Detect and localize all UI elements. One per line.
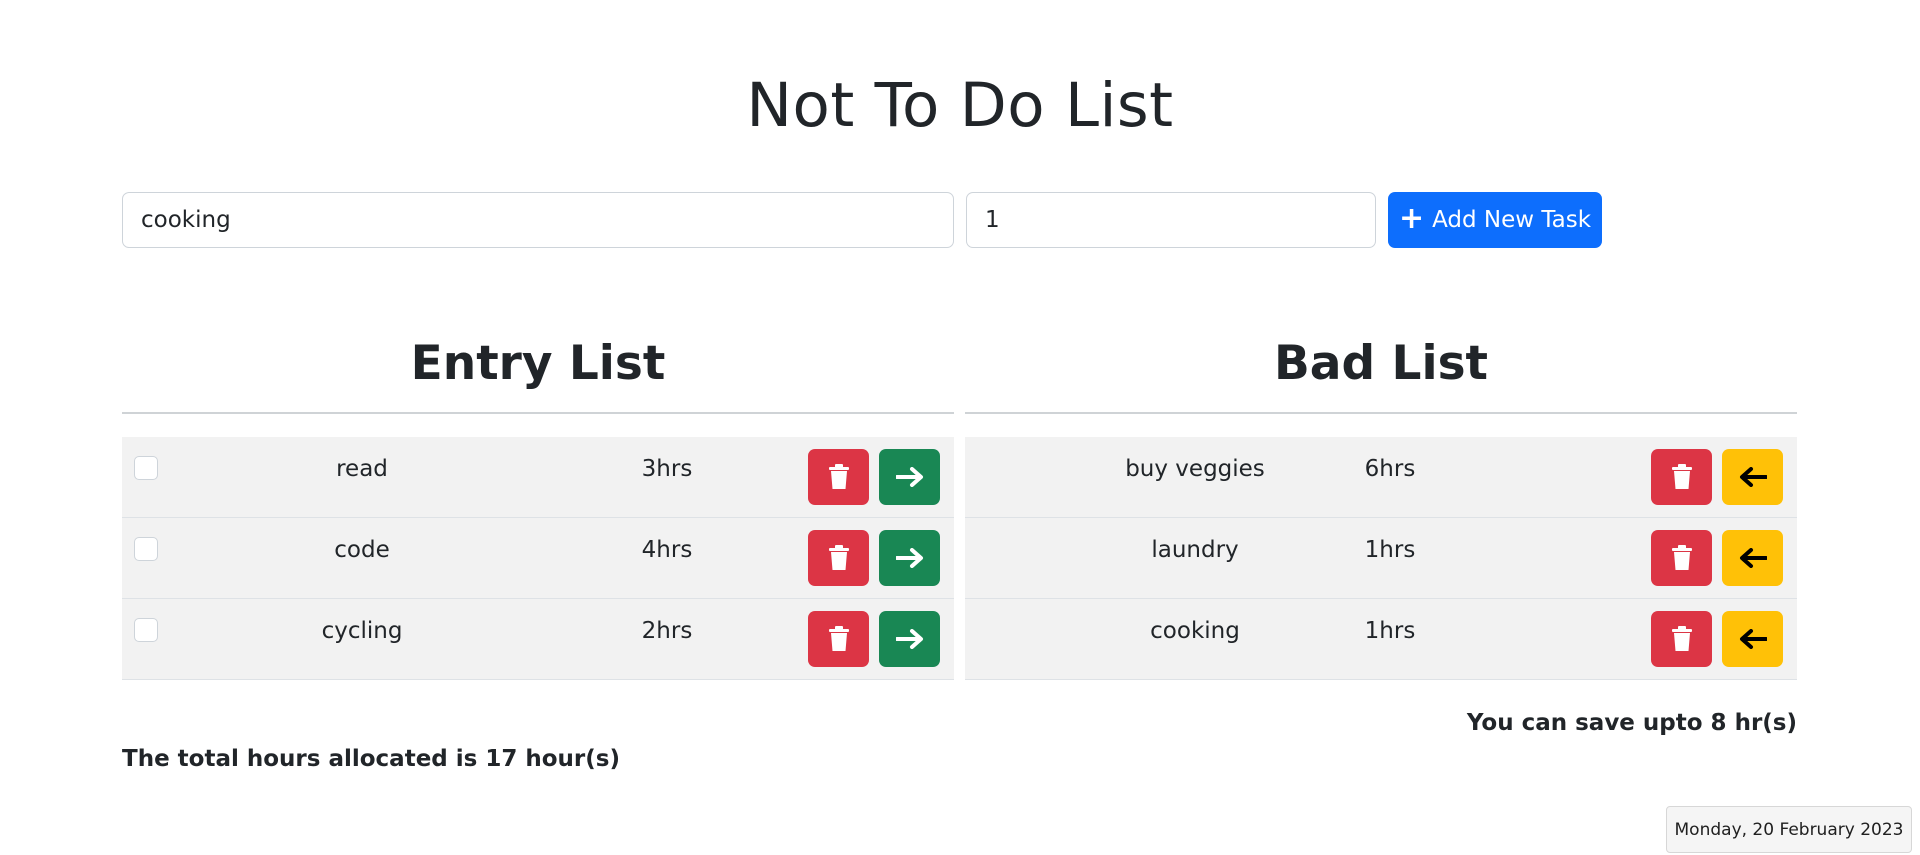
trash-icon [828, 545, 849, 570]
move-to-entry-list-button[interactable] [1722, 530, 1783, 586]
trash-icon [1671, 545, 1692, 570]
delete-button[interactable] [1651, 611, 1712, 667]
hours-input[interactable]: 1 [966, 192, 1376, 248]
bad-list-rows: buy veggies 6hrs laundry 1hrs cooking 1h… [965, 437, 1797, 680]
table-row: buy veggies 6hrs [965, 437, 1797, 518]
row-checkbox[interactable] [134, 618, 158, 642]
bad-list: Bad List buy veggies 6hrs laundry 1hrs c… [965, 320, 1797, 680]
table-row: laundry 1hrs [965, 518, 1797, 599]
task-hours: 1hrs [1364, 537, 1416, 563]
total-hours-text: The total hours allocated is 17 hour(s) [122, 746, 620, 772]
task-name: code [334, 537, 390, 563]
task-name: buy veggies [1125, 456, 1265, 482]
table-row: cycling 2hrs [122, 599, 954, 680]
table-row: code 4hrs [122, 518, 954, 599]
entry-list-rows: read 3hrs code 4hrs cycling 2hrs [122, 437, 954, 680]
move-to-entry-list-button[interactable] [1722, 449, 1783, 505]
task-hours: 6hrs [1364, 456, 1416, 482]
table-row: read 3hrs [122, 437, 954, 518]
row-checkbox[interactable] [134, 456, 158, 480]
task-hours: 1hrs [1364, 618, 1416, 644]
delete-button[interactable] [808, 611, 869, 667]
trash-icon [828, 626, 849, 651]
task-hours: 4hrs [641, 537, 693, 563]
date-tooltip: Monday, 20 February 2023 [1666, 806, 1912, 853]
add-new-task-label: Add New Task [1432, 207, 1592, 233]
plus-icon: + [1398, 200, 1425, 236]
table-row: cooking 1hrs [965, 599, 1797, 680]
row-checkbox[interactable] [134, 537, 158, 561]
arrow-right-icon [895, 548, 923, 568]
task-name: cycling [321, 618, 403, 644]
trash-icon [1671, 626, 1692, 651]
save-hours-text: You can save upto 8 hr(s) [1466, 710, 1797, 736]
delete-button[interactable] [1651, 449, 1712, 505]
entry-list-divider [122, 412, 954, 414]
arrow-right-icon [895, 629, 923, 649]
entry-list: Entry List read 3hrs code 4hrs cycling 2… [122, 320, 954, 680]
trash-icon [1671, 464, 1692, 489]
task-hours: 3hrs [641, 456, 693, 482]
task-name: cooking [1150, 618, 1240, 644]
task-name: read [336, 456, 388, 482]
delete-button[interactable] [808, 530, 869, 586]
add-new-task-button[interactable]: + Add New Task [1388, 192, 1602, 248]
trash-icon [828, 464, 849, 489]
arrow-left-icon [1739, 548, 1767, 568]
delete-button[interactable] [808, 449, 869, 505]
arrow-left-icon [1739, 467, 1767, 487]
move-to-bad-list-button[interactable] [879, 611, 940, 667]
delete-button[interactable] [1651, 530, 1712, 586]
entry-list-heading: Entry List [410, 336, 666, 391]
arrow-left-icon [1739, 629, 1767, 649]
page-title: Not To Do List [746, 70, 1174, 141]
task-name: laundry [1151, 537, 1239, 563]
task-input[interactable]: cooking [122, 192, 954, 248]
bad-list-divider [965, 412, 1797, 414]
move-to-bad-list-button[interactable] [879, 449, 940, 505]
move-to-bad-list-button[interactable] [879, 530, 940, 586]
move-to-entry-list-button[interactable] [1722, 611, 1783, 667]
arrow-right-icon [895, 467, 923, 487]
task-hours: 2hrs [641, 618, 693, 644]
bad-list-heading: Bad List [1273, 336, 1489, 391]
